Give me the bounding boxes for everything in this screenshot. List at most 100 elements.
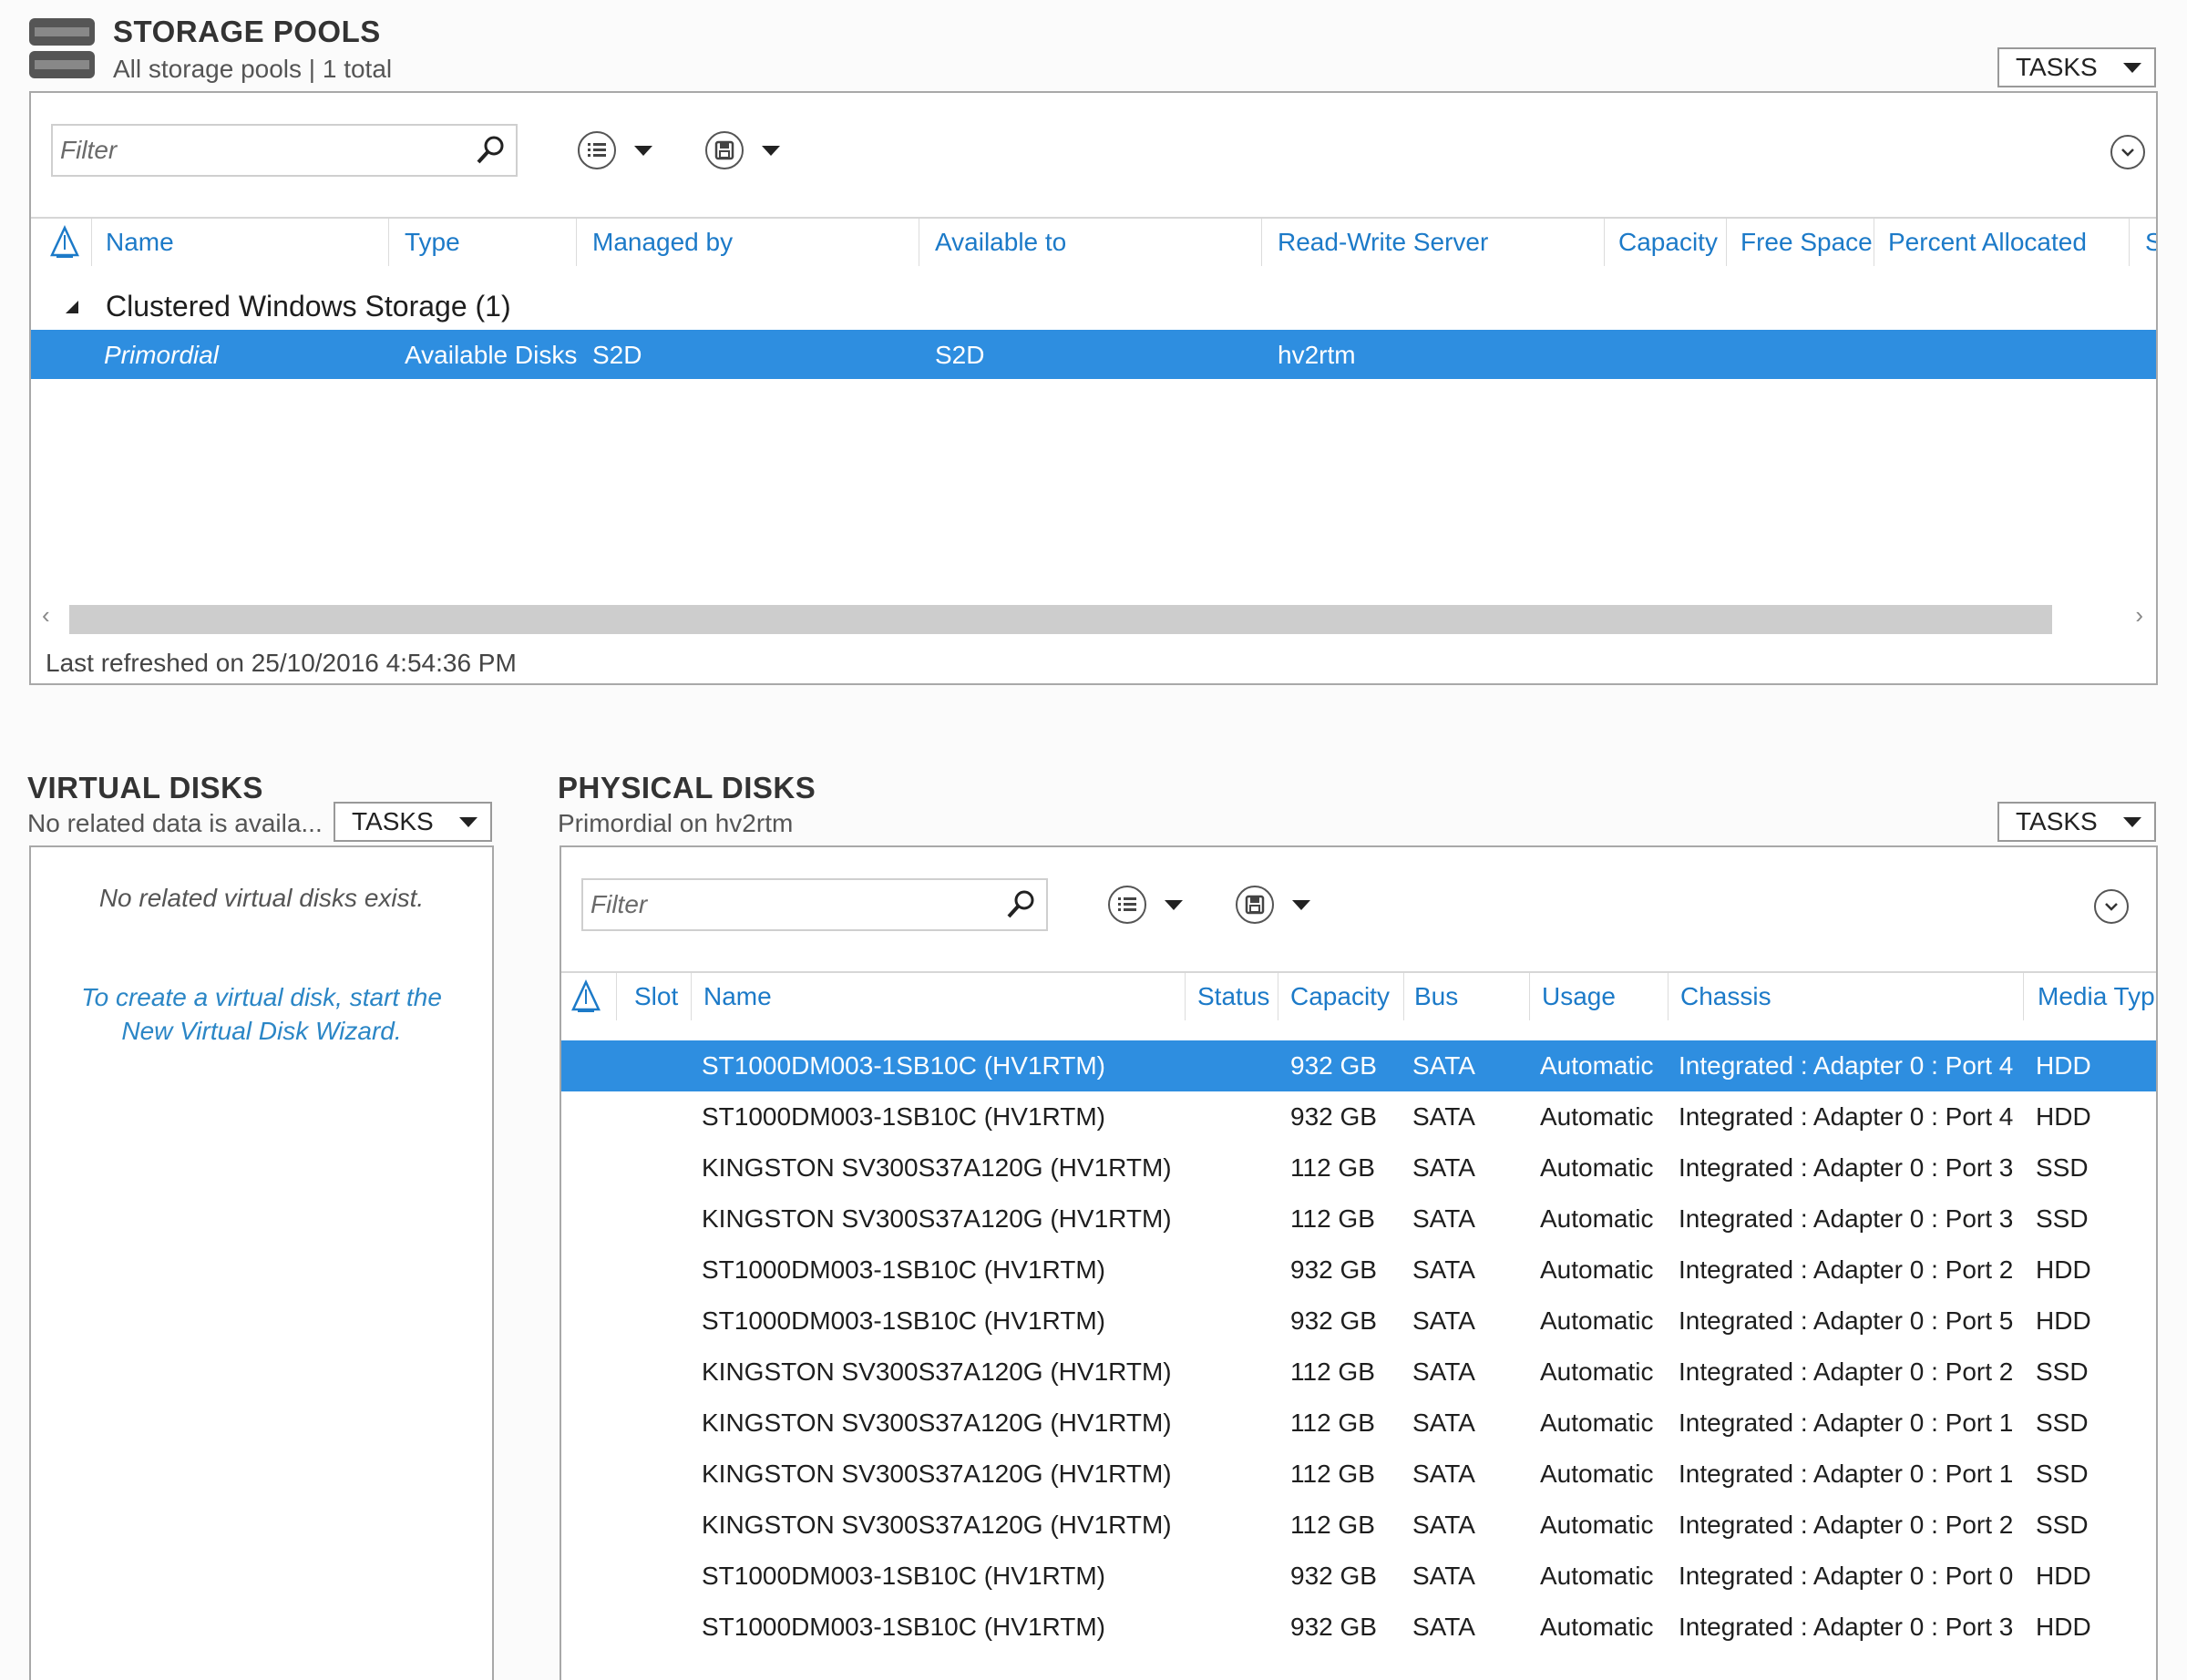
virtual-disks-panel: No related virtual disks exist. To creat…	[29, 845, 494, 1680]
chevron-down-icon[interactable]	[634, 146, 652, 156]
table-row[interactable]: ST1000DM003-1SB10C (HV1RTM) 932 GB SATA …	[561, 1551, 2156, 1602]
save-query-icon[interactable]	[1236, 886, 1274, 924]
list-view-icon[interactable]	[1108, 886, 1146, 924]
disk-capacity: 112 GB	[1290, 1511, 1375, 1539]
disk-media-type: SSD	[2036, 1460, 2089, 1488]
storage-pools-tasks-button[interactable]: TASKS	[1997, 47, 2156, 87]
expand-icon[interactable]	[2110, 135, 2145, 169]
disk-bus: SATA	[1412, 1511, 1475, 1539]
chevron-down-icon[interactable]	[1165, 900, 1183, 910]
pool-name: Primordial	[104, 341, 220, 369]
table-row[interactable]: KINGSTON SV300S37A120G (HV1RTM) 112 GB S…	[561, 1449, 2156, 1500]
col-truncated[interactable]: S	[2145, 228, 2156, 257]
disk-name: KINGSTON SV300S37A120G (HV1RTM)	[702, 1357, 1172, 1386]
disk-name: KINGSTON SV300S37A120G (HV1RTM)	[702, 1409, 1172, 1437]
wizard-line-2[interactable]: New Virtual Disk Wizard.	[31, 1014, 492, 1048]
tasks-label: TASKS	[352, 807, 434, 835]
disk-bus: SATA	[1412, 1255, 1475, 1284]
table-row[interactable]: KINGSTON SV300S37A120G (HV1RTM) 112 GB S…	[561, 1398, 2156, 1449]
table-row[interactable]: ST1000DM003-1SB10C (HV1RTM) 932 GB SATA …	[561, 1040, 2156, 1091]
last-refreshed: Last refreshed on 25/10/2016 4:54:36 PM	[46, 649, 517, 677]
disk-usage: Automatic	[1540, 1613, 1654, 1641]
col-capacity[interactable]: Capacity	[1618, 228, 1718, 257]
search-icon	[477, 136, 504, 164]
table-row[interactable]: ST1000DM003-1SB10C (HV1RTM) 932 GB SATA …	[561, 1245, 2156, 1296]
storage-pools-title: STORAGE POOLS	[113, 15, 381, 48]
col-name[interactable]: Name	[106, 228, 174, 257]
chevron-down-icon[interactable]	[1292, 900, 1310, 910]
table-row[interactable]: Primordial Available Disks S2D S2D hv2rt…	[31, 330, 2156, 379]
list-view-icon[interactable]	[578, 131, 616, 169]
col-free-space[interactable]: Free Space	[1740, 228, 1873, 257]
disk-bus: SATA	[1412, 1562, 1475, 1590]
storage-pools-filter-input[interactable]: Filter	[51, 124, 518, 177]
disk-bus: SATA	[1412, 1613, 1475, 1641]
disk-media-type: SSD	[2036, 1357, 2089, 1386]
physical-disks-subtitle: Primordial on hv2rtm	[558, 809, 794, 837]
disk-capacity: 932 GB	[1290, 1306, 1377, 1335]
disk-bus: SATA	[1412, 1204, 1475, 1233]
col-media-type[interactable]: Media Typ	[2038, 982, 2156, 1011]
col-chassis[interactable]: Chassis	[1680, 982, 1771, 1011]
table-row[interactable]: KINGSTON SV300S37A120G (HV1RTM) 112 GB S…	[561, 1500, 2156, 1551]
disk-chassis: Integrated : Adapter 0 : Port 5	[1679, 1306, 2014, 1335]
chevron-down-icon	[2123, 816, 2141, 827]
table-row[interactable]: KINGSTON SV300S37A120G (HV1RTM) 112 GB S…	[561, 1193, 2156, 1245]
save-query-icon[interactable]	[705, 131, 744, 169]
table-row[interactable]: KINGSTON SV300S37A120G (HV1RTM) 112 GB S…	[561, 1142, 2156, 1193]
disk-chassis: Integrated : Adapter 0 : Port 4	[1679, 1051, 2014, 1080]
virtual-disks-title: VIRTUAL DISKS	[27, 771, 263, 804]
physical-disks-filter-input[interactable]: Filter	[581, 878, 1048, 931]
disk-capacity: 112 GB	[1290, 1460, 1375, 1488]
filter-placeholder: Filter	[60, 136, 118, 164]
disk-media-type: HDD	[2036, 1562, 2091, 1590]
tasks-label: TASKS	[2016, 807, 2098, 835]
horizontal-scrollbar[interactable]: ‹ ›	[31, 599, 2156, 636]
disk-capacity: 112 GB	[1290, 1409, 1375, 1437]
physical-disks-panel: Filter Slot Name Status Capacity Bus Usa…	[560, 845, 2158, 1680]
disk-bus: SATA	[1412, 1357, 1475, 1386]
scroll-right-icon[interactable]: ›	[2135, 601, 2143, 630]
table-row[interactable]: ST1000DM003-1SB10C (HV1RTM) 932 GB SATA …	[561, 1091, 2156, 1142]
new-virtual-disk-wizard-link[interactable]: To create a virtual disk, start the New …	[31, 980, 492, 1048]
col-percent-allocated[interactable]: Percent Allocated	[1888, 228, 2087, 257]
physical-disks-tasks-button[interactable]: TASKS	[1997, 802, 2156, 842]
disk-usage: Automatic	[1540, 1511, 1654, 1539]
collapse-triangle-icon[interactable]	[64, 299, 80, 315]
disk-capacity: 932 GB	[1290, 1562, 1377, 1590]
disk-media-type: SSD	[2036, 1409, 2089, 1437]
chevron-down-icon[interactable]	[762, 146, 780, 156]
disk-usage: Automatic	[1540, 1051, 1654, 1080]
disk-usage: Automatic	[1540, 1153, 1654, 1182]
col-read-write-server[interactable]: Read-Write Server	[1278, 228, 1488, 257]
col-name[interactable]: Name	[703, 982, 772, 1011]
scroll-left-icon[interactable]: ‹	[42, 601, 50, 630]
col-status[interactable]: Status	[1197, 982, 1269, 1011]
disk-media-type: SSD	[2036, 1153, 2089, 1182]
group-header[interactable]: Clustered Windows Storage (1)	[64, 290, 511, 323]
table-row[interactable]: ST1000DM003-1SB10C (HV1RTM) 932 GB SATA …	[561, 1602, 2156, 1653]
col-available-to[interactable]: Available to	[935, 228, 1066, 257]
wizard-line-1[interactable]: To create a virtual disk, start the	[31, 980, 492, 1014]
table-row[interactable]: KINGSTON SV300S37A120G (HV1RTM) 112 GB S…	[561, 1347, 2156, 1398]
col-slot[interactable]: Slot	[634, 982, 678, 1011]
sort-warning-icon[interactable]	[49, 222, 80, 261]
group-label: Clustered Windows Storage (1)	[106, 290, 511, 323]
expand-icon[interactable]	[2094, 889, 2129, 924]
col-type[interactable]: Type	[405, 228, 460, 257]
pool-rw-server: hv2rtm	[1278, 341, 1356, 369]
physical-disks-title: PHYSICAL DISKS	[558, 771, 816, 804]
disk-name: KINGSTON SV300S37A120G (HV1RTM)	[702, 1511, 1172, 1539]
sort-warning-icon[interactable]	[570, 977, 601, 1015]
col-capacity[interactable]: Capacity	[1290, 982, 1390, 1011]
table-row[interactable]: ST1000DM003-1SB10C (HV1RTM) 932 GB SATA …	[561, 1296, 2156, 1347]
virtual-disks-tasks-button[interactable]: TASKS	[334, 802, 492, 842]
disk-name: KINGSTON SV300S37A120G (HV1RTM)	[702, 1460, 1172, 1488]
disk-name: ST1000DM003-1SB10C (HV1RTM)	[702, 1306, 1105, 1335]
disk-media-type: SSD	[2036, 1511, 2089, 1539]
col-usage[interactable]: Usage	[1542, 982, 1616, 1011]
scrollbar-thumb[interactable]	[69, 605, 2052, 634]
disk-media-type: HDD	[2036, 1051, 2091, 1080]
col-managed-by[interactable]: Managed by	[592, 228, 733, 257]
col-bus[interactable]: Bus	[1414, 982, 1458, 1011]
